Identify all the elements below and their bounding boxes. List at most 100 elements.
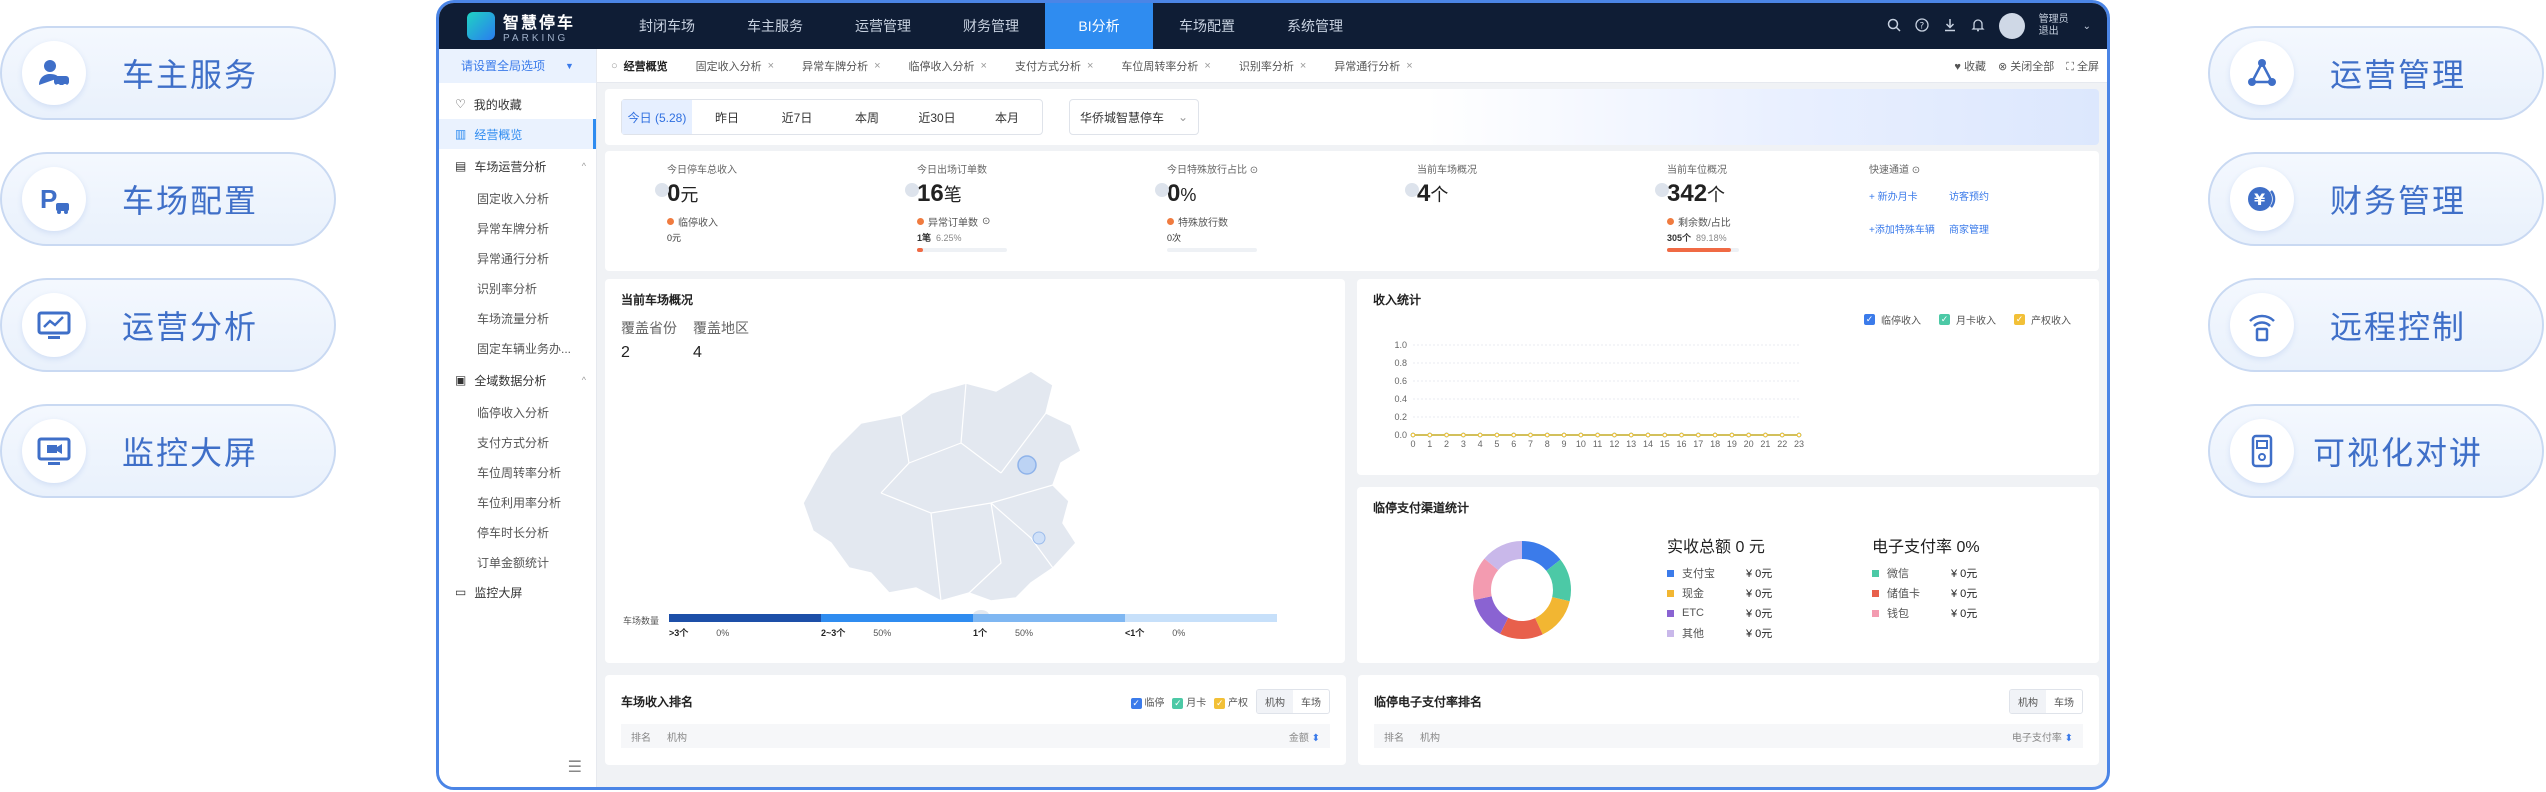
- column-header-sortable[interactable]: 金额 ⬍: [1289, 729, 1320, 744]
- avatar[interactable]: [1998, 13, 2025, 39]
- tab-label: 临停收入分析: [908, 60, 975, 73]
- pay-total: 实收总额 0 元: [1667, 533, 1765, 557]
- sidebar-item[interactable]: 异常通行分析: [439, 243, 596, 273]
- tab-fixed-income[interactable]: 固定收入分析 ×: [682, 49, 788, 83]
- date-7d[interactable]: 近7日: [762, 100, 832, 134]
- menu-system[interactable]: 系统管理: [1261, 3, 1369, 49]
- sidebar-item[interactable]: 订单金额统计: [439, 547, 596, 577]
- data-point: [1528, 432, 1533, 438]
- sidebar-item-favorites[interactable]: ♡ 我的收藏: [439, 89, 596, 119]
- pill-lot-config[interactable]: P 车场配置: [0, 152, 336, 246]
- legend-property[interactable]: ✓ 产权收入: [2014, 312, 2071, 327]
- sidebar-item-monitor[interactable]: ▭ 监控大屏: [439, 577, 596, 607]
- close-icon[interactable]: ×: [981, 60, 987, 72]
- legend-temp[interactable]: ✓ 临停收入: [1864, 312, 1921, 327]
- progress-fill: [1667, 248, 1732, 252]
- tab-recognition[interactable]: 识别率分析 ×: [1225, 49, 1320, 83]
- checkbox-checked-icon: ✓: [1939, 314, 1950, 325]
- sidebar-item[interactable]: 异常车牌分析: [439, 213, 596, 243]
- menu-bi-analysis[interactable]: BI分析: [1045, 3, 1153, 49]
- close-icon[interactable]: ×: [874, 60, 880, 72]
- data-point: [1494, 432, 1500, 438]
- collapse-menu-icon[interactable]: ☰: [568, 757, 582, 777]
- tab-abnormal-pass[interactable]: 异常通行分析 ×: [1320, 49, 1426, 83]
- menu-lot-config[interactable]: 车场配置: [1153, 3, 1261, 49]
- download-icon[interactable]: [1943, 18, 1957, 35]
- merchant-management-link[interactable]: 商家管理: [1949, 221, 2029, 236]
- sidebar-item-overview[interactable]: ▥ 经营概览: [439, 119, 596, 149]
- tab-turnover[interactable]: 车位周转率分析 ×: [1107, 49, 1224, 83]
- toggle-org[interactable]: 机构: [2010, 690, 2046, 713]
- menu-finance[interactable]: 财务管理: [937, 3, 1045, 49]
- date-today[interactable]: 今日 (5.28): [622, 100, 692, 134]
- date-week[interactable]: 本周: [832, 100, 902, 134]
- lot-select[interactable]: 华侨城智慧停车 ⌄: [1069, 99, 1199, 135]
- menu-ops-management[interactable]: 运营管理: [829, 3, 937, 49]
- pill-label: 运营分析: [121, 309, 258, 345]
- chevron-down-icon[interactable]: ⌄: [2083, 21, 2091, 32]
- new-monthly-card-link[interactable]: + 新办月卡: [1869, 188, 1949, 203]
- date-month[interactable]: 本月: [972, 100, 1042, 134]
- date-yesterday[interactable]: 昨日: [692, 100, 762, 134]
- legend-monthly[interactable]: ✓ 月卡收入: [1939, 312, 1996, 327]
- map-marker[interactable]: [1017, 455, 1037, 475]
- sidebar-item[interactable]: 识别率分析: [439, 273, 596, 303]
- date-30d[interactable]: 近30日: [902, 100, 972, 134]
- close-icon[interactable]: ×: [1087, 60, 1093, 72]
- brand-logo[interactable]: 智慧停车 PARKING: [439, 9, 599, 44]
- tab-payment-method[interactable]: 支付方式分析 ×: [1001, 49, 1107, 83]
- logout-link[interactable]: 退出: [2039, 26, 2069, 38]
- pill-ops-analysis[interactable]: 运营分析: [0, 278, 336, 372]
- help-icon[interactable]: ?: [1914, 17, 1929, 35]
- sidebar-item[interactable]: 停车时长分析: [439, 517, 596, 547]
- search-icon[interactable]: [1887, 18, 1901, 35]
- pill-monitor-screen[interactable]: 监控大屏: [0, 404, 336, 498]
- sidebar-item[interactable]: 车位周转率分析: [439, 457, 596, 487]
- favorite-button[interactable]: ♥ 收藏: [1954, 58, 1986, 74]
- check-monthly[interactable]: ✓ 月卡: [1172, 694, 1206, 709]
- pill-remote-control[interactable]: 远程控制: [2208, 278, 2544, 372]
- pill-finance-management[interactable]: ¥ 财务管理: [2208, 152, 2544, 246]
- sidebar-item[interactable]: 支付方式分析: [439, 427, 596, 457]
- pill-visual-intercom[interactable]: 可视化对讲: [2208, 404, 2544, 498]
- bell-icon[interactable]: [1971, 18, 1985, 35]
- toggle-org[interactable]: 机构: [1257, 690, 1293, 713]
- check-temp[interactable]: ✓ 临停: [1130, 694, 1164, 709]
- revenue-card: 收入统计 ✓ 临停收入 ✓ 月卡收入 ✓ 产权收入 0.0 0.2 0.4 0.6 0.8 1.…: [1357, 279, 2099, 475]
- sidebar-item[interactable]: 固定收入分析: [439, 183, 596, 213]
- sidebar-item[interactable]: 车场流量分析: [439, 303, 596, 333]
- column-header-sortable[interactable]: 电子支付率 ⬍: [2012, 729, 2073, 744]
- menu-closed-lot[interactable]: 封闭车场: [613, 3, 721, 49]
- kpi-unit: %: [1180, 185, 1197, 205]
- progress-bar: [917, 248, 1007, 252]
- close-icon[interactable]: ×: [768, 60, 774, 72]
- toggle-lot[interactable]: 车场: [1293, 690, 1329, 713]
- close-icon[interactable]: ×: [1300, 60, 1306, 72]
- close-icon[interactable]: ×: [1204, 60, 1210, 72]
- china-map[interactable]: [791, 363, 1121, 623]
- pill-owner-service[interactable]: 车主服务: [0, 26, 336, 120]
- menu-owner-service[interactable]: 车主服务: [721, 3, 829, 49]
- sidebar-group-global-data[interactable]: ▣ 全域数据分析 ^: [439, 363, 596, 397]
- fullscreen-button[interactable]: ⛶ 全屏: [2066, 58, 2099, 74]
- payment-donut-chart: [1473, 541, 1571, 639]
- map-marker[interactable]: [1032, 531, 1046, 545]
- global-scope-select[interactable]: 请设置全局选项 ▼: [439, 48, 597, 83]
- close-all-button[interactable]: ⊗ 关闭全部: [1998, 58, 2054, 74]
- tab-abnormal-plate[interactable]: 异常车牌分析 ×: [788, 49, 894, 83]
- sidebar-item[interactable]: 临停收入分析: [439, 397, 596, 427]
- tab-overview[interactable]: ○ 经营概览: [597, 49, 682, 83]
- close-icon[interactable]: ×: [1406, 60, 1412, 72]
- legend-range: 1个: [973, 628, 988, 638]
- data-point: [1662, 432, 1668, 438]
- sidebar-group-lot-ops[interactable]: ▤ 车场运营分析 ^: [439, 149, 596, 183]
- sidebar-item[interactable]: 车位利用率分析: [439, 487, 596, 517]
- toggle-lot[interactable]: 车场: [2046, 690, 2082, 713]
- user-menu[interactable]: 管理员 退出: [2039, 14, 2069, 38]
- pill-ops-management[interactable]: 运营管理: [2208, 26, 2544, 120]
- add-special-vehicle-link[interactable]: +添加特殊车辆: [1869, 221, 1949, 236]
- tab-temp-income[interactable]: 临停收入分析 ×: [895, 49, 1001, 83]
- check-property[interactable]: ✓ 产权: [1214, 694, 1248, 709]
- visitor-booking-link[interactable]: 访客预约: [1949, 188, 2029, 203]
- sidebar-item[interactable]: 固定车辆业务办...: [439, 333, 596, 363]
